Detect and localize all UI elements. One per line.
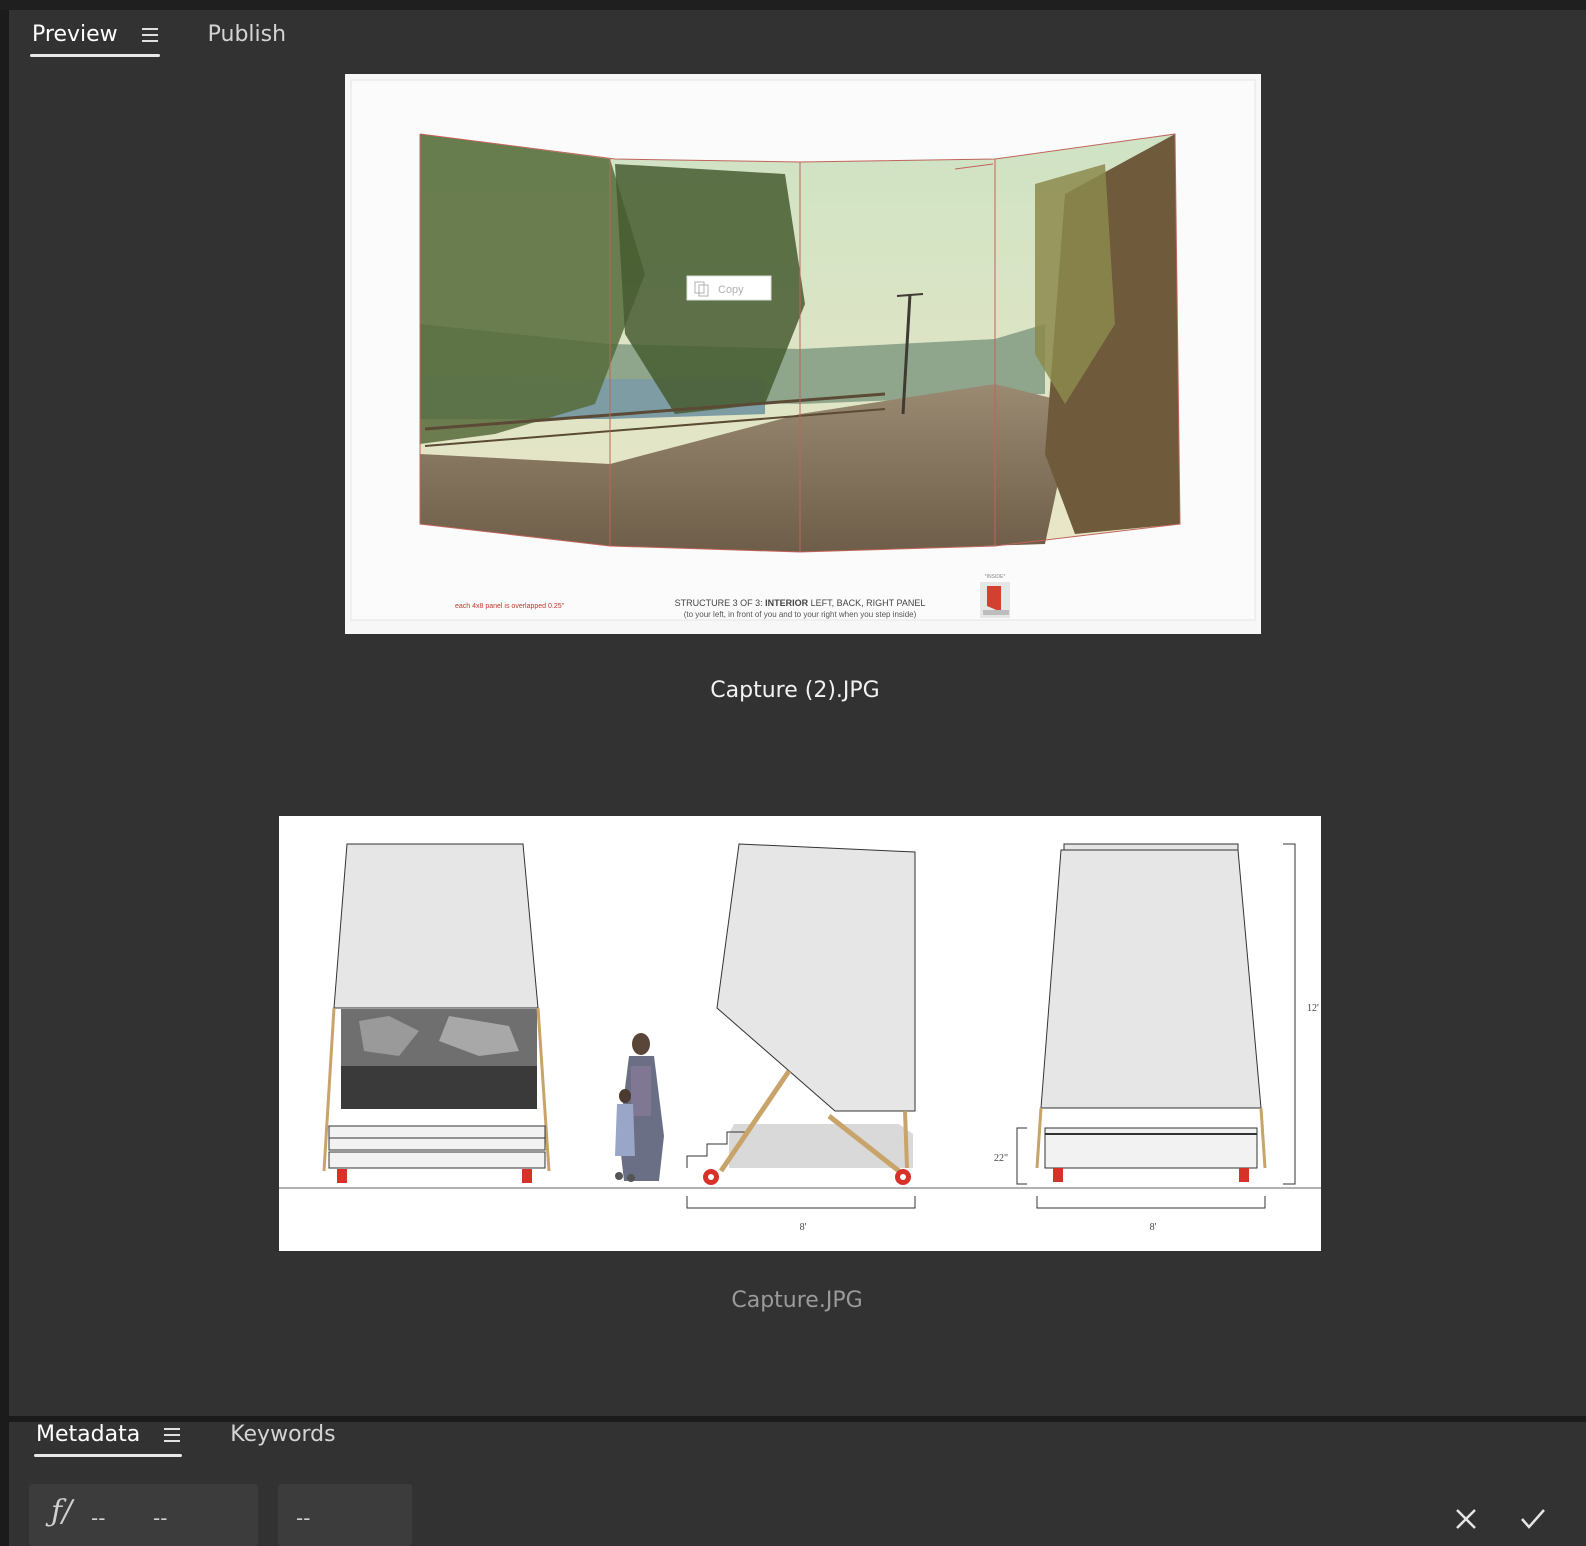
tab-preview-label: Preview [32, 22, 118, 47]
dimension-height: 12' [1307, 1003, 1319, 1014]
structure-subtitle: (to your left, in front of you and to yo… [684, 610, 917, 619]
inside-label: *INSIDE* [985, 574, 1006, 580]
image-caption-capture-2: Capture (2).JPG [710, 678, 880, 703]
hamburger-menu-icon[interactable] [141, 27, 158, 42]
structure-title: STRUCTURE 3 OF 3: INTERIOR LEFT, BACK, R… [675, 598, 926, 608]
iso-value: -- [296, 1506, 311, 1530]
image-thumbnail-capture[interactable]: 8' 22" 12' 8' [279, 816, 1321, 1251]
checkmark-icon[interactable] [1519, 1506, 1547, 1532]
tab-publish-label: Publish [207, 22, 287, 47]
tab-metadata-label: Metadata [36, 1422, 141, 1447]
top-edge-bar [0, 0, 1586, 10]
tab-keywords[interactable]: Keywords [228, 1422, 337, 1457]
copy-tooltip-text: Copy [718, 284, 744, 296]
tab-publish[interactable]: Publish [206, 22, 288, 57]
image-caption-capture: Capture.JPG [731, 1288, 863, 1313]
preview-panel: Preview Publish Copy each 4x8 panel is o… [9, 10, 1586, 1416]
metadata-tab-bar: Metadata Keywords [34, 1422, 338, 1457]
aperture-shutter-field[interactable]: ƒ/ -- -- [29, 1484, 258, 1546]
panorama-artwork: Copy each 4x8 panel is overlapped 0.25" … [350, 79, 1256, 621]
tab-metadata[interactable]: Metadata [34, 1422, 183, 1457]
shutter-value: -- [153, 1506, 168, 1530]
dimension-base: 22" [994, 1153, 1008, 1164]
close-icon[interactable] [1454, 1507, 1478, 1531]
dimension-width-1: 8' [800, 1222, 807, 1233]
tab-preview[interactable]: Preview [30, 22, 160, 57]
preview-tab-bar: Preview Publish [30, 22, 288, 57]
dimension-width-2: 8' [1150, 1222, 1157, 1233]
iso-field[interactable]: -- [278, 1484, 412, 1546]
tab-keywords-label: Keywords [230, 1422, 336, 1447]
metadata-panel: Metadata Keywords ƒ/ -- -- -- [9, 1422, 1586, 1546]
image-thumbnail-capture-2[interactable]: Copy each 4x8 panel is overlapped 0.25" … [345, 74, 1261, 634]
aperture-icon: ƒ/ [51, 1494, 73, 1529]
structure-elevation-drawing: 8' 22" 12' 8' [279, 843, 1321, 1233]
hamburger-menu-icon[interactable] [164, 1427, 181, 1442]
overlap-note: each 4x8 panel is overlapped 0.25" [455, 603, 565, 610]
aperture-value: -- [91, 1506, 106, 1530]
